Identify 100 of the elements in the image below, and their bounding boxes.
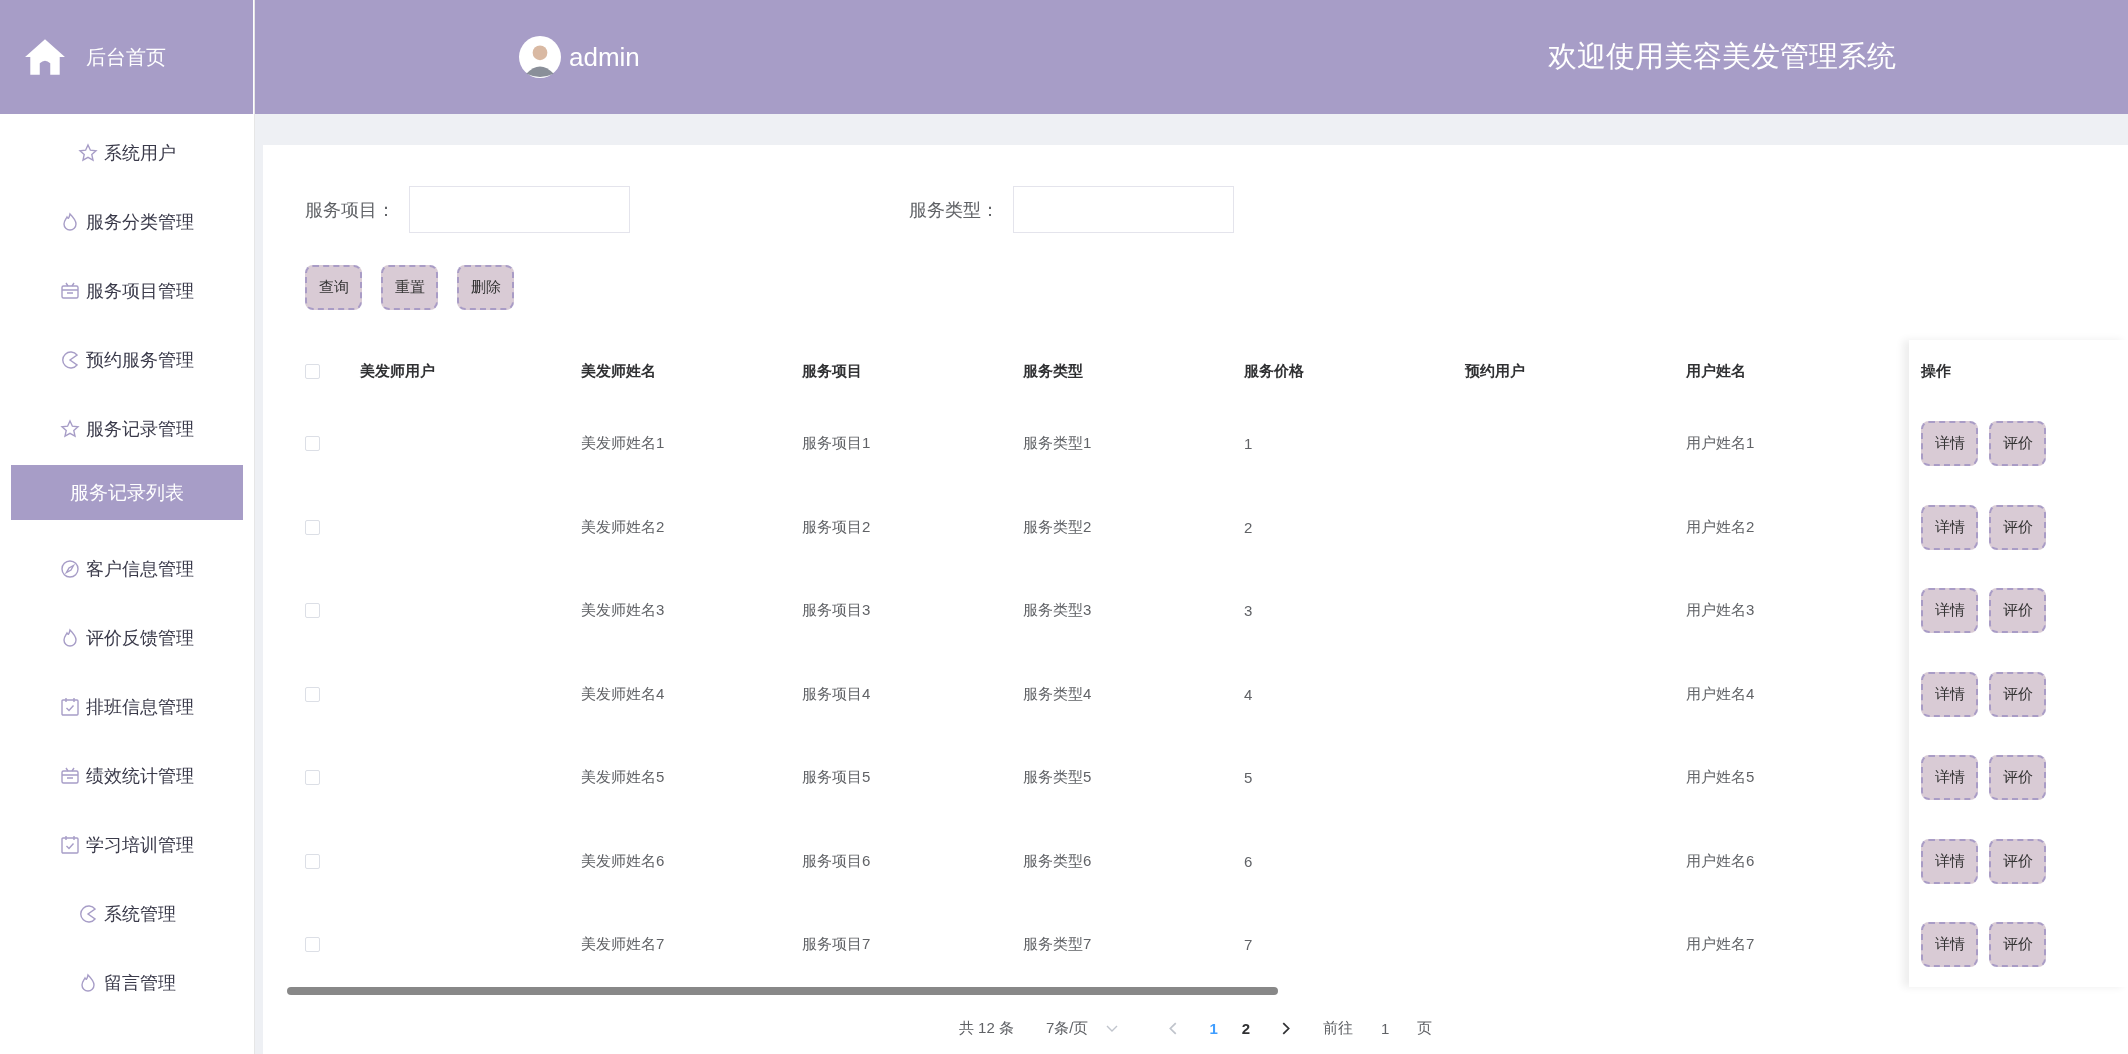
sidebar-item[interactable]: 服务记录管理 (0, 394, 254, 463)
row-action-button[interactable]: 评价 (1989, 922, 2046, 968)
table-cell: 服务类型6 (1023, 851, 1092, 869)
table-cell: 用户姓名4 (1686, 684, 1755, 702)
next-page-icon[interactable] (1282, 1022, 1292, 1035)
row-action-button[interactable]: 评价 (1989, 504, 2046, 550)
row-action-button[interactable]: 评价 (1989, 755, 2046, 801)
checkbox[interactable] (305, 937, 320, 953)
menu-label: 服务分类管理 (86, 210, 194, 234)
column-header: 美发师用户 (360, 361, 436, 381)
sidebar-item[interactable]: 学习培训管理 (0, 810, 254, 879)
flame-icon (60, 211, 80, 232)
checkbox[interactable] (305, 770, 320, 786)
table-cell: 美发师姓名7 (581, 935, 665, 953)
row-action-button[interactable]: 详情 (1921, 504, 1978, 550)
sidebar-item[interactable]: 评价反馈管理 (0, 603, 254, 672)
table-cell: 1 (1244, 435, 1253, 453)
table-cell: 用户姓名1 (1686, 434, 1755, 452)
column-header: 预约用户 (1465, 361, 1526, 381)
table-cell: 用户姓名3 (1686, 601, 1755, 619)
goto-label: 前往 (1323, 1019, 1354, 1038)
total-count: 共 12 条 (958, 1019, 1014, 1038)
page-size-select[interactable]: 7条/页 (1045, 1019, 1119, 1038)
checkbox[interactable] (305, 853, 320, 869)
table-cell: 用户姓名5 (1686, 768, 1755, 786)
table-cell: 4 (1244, 685, 1253, 703)
table-cell: 服务项目2 (802, 517, 871, 535)
star-icon (78, 142, 98, 163)
column-header: 服务价格 (1244, 361, 1305, 381)
table-cell: 服务类型7 (1023, 935, 1092, 953)
table-cell: 3 (1244, 602, 1253, 620)
action-button[interactable]: 查询 (305, 265, 362, 310)
row-action-button[interactable]: 评价 (1989, 421, 2046, 467)
sidebar-item[interactable]: 排班信息管理 (0, 672, 254, 741)
table-cell: 2 (1244, 518, 1253, 536)
row-action-button[interactable]: 详情 (1921, 421, 1978, 467)
column-header: 美发师姓名 (581, 361, 657, 381)
sidebar-item[interactable]: 服务分类管理 (0, 187, 254, 256)
table-cell: 美发师姓名4 (581, 684, 665, 702)
table-cell: 6 (1244, 852, 1253, 870)
table-cell: 用户姓名2 (1686, 517, 1755, 535)
scrollbar-thumb[interactable] (287, 986, 1278, 995)
filter-label: 服务类型： (909, 198, 1000, 222)
input-field[interactable] (409, 186, 630, 233)
row-action-button[interactable]: 详情 (1921, 755, 1978, 801)
table-cell: 美发师姓名5 (581, 768, 665, 786)
sidebar-item[interactable]: 系统管理 (0, 879, 254, 948)
table-cell: 服务项目6 (802, 851, 871, 869)
input-field[interactable] (1013, 186, 1234, 233)
sidebar-item[interactable]: 绩效统计管理 (0, 741, 254, 810)
checkbox[interactable] (305, 686, 320, 702)
checkbox[interactable] (305, 519, 320, 535)
table-cell: 服务类型4 (1023, 684, 1092, 702)
row-action-button[interactable]: 评价 (1989, 588, 2046, 634)
menu-label: 绩效统计管理 (86, 764, 194, 788)
table-cell: 服务类型2 (1023, 517, 1092, 535)
checkbox[interactable] (305, 436, 320, 452)
user-name: admin (569, 41, 640, 73)
sidebar-item[interactable]: 服务项目管理 (0, 256, 254, 325)
menu-label: 预约服务管理 (86, 348, 194, 372)
page-unit: 页 (1417, 1019, 1433, 1038)
row-action-button[interactable]: 详情 (1921, 588, 1978, 634)
table-cell: 服务项目4 (802, 684, 871, 702)
table-cell: 服务项目1 (802, 434, 871, 452)
checkbox[interactable] (305, 603, 320, 619)
action-button[interactable]: 删除 (457, 265, 514, 310)
action-button[interactable]: 重置 (381, 265, 438, 310)
table-cell: 美发师姓名6 (581, 851, 665, 869)
calendar-icon (60, 696, 80, 717)
checkbox[interactable] (305, 363, 320, 379)
menu-label: 服务记录管理 (86, 417, 194, 441)
brand-title: 后台首页 (86, 44, 166, 70)
sidebar-item[interactable]: 系统用户 (0, 118, 254, 187)
goto-page-field[interactable]: 1 (1375, 1020, 1396, 1037)
row-action-button[interactable]: 评价 (1989, 838, 2046, 884)
compass-icon (60, 558, 80, 579)
row-action-button[interactable]: 详情 (1921, 922, 1978, 968)
table-cell: 服务项目3 (802, 601, 871, 619)
menu-label: 客户信息管理 (86, 557, 194, 581)
table-cell: 服务类型5 (1023, 768, 1092, 786)
column-header: 操作 (1921, 361, 1951, 381)
column-header: 服务类型 (1023, 361, 1084, 381)
menu-label: 系统管理 (104, 902, 176, 926)
page-number[interactable]: 2 (1241, 1020, 1251, 1037)
system-title: 欢迎使用美容美发管理系统 (1548, 39, 1896, 74)
avatar[interactable] (519, 36, 561, 78)
row-action-button[interactable]: 评价 (1989, 671, 2046, 717)
table-cell: 用户姓名7 (1686, 935, 1755, 953)
sidebar-item[interactable]: 客户信息管理 (0, 534, 254, 603)
table-cell: 服务项目5 (802, 768, 871, 786)
column-header: 用户姓名 (1686, 361, 1747, 381)
row-action-button[interactable]: 详情 (1921, 838, 1978, 884)
gift-icon (60, 280, 80, 301)
sidebar-item[interactable]: 预约服务管理 (0, 325, 254, 394)
caret-icon (1106, 1024, 1119, 1033)
row-action-button[interactable]: 详情 (1921, 671, 1978, 717)
sidebar-item[interactable]: 留言管理 (0, 948, 254, 1017)
flame-icon (78, 972, 98, 993)
table-cell: 美发师姓名2 (581, 517, 665, 535)
menu-label: 服务项目管理 (86, 279, 194, 303)
